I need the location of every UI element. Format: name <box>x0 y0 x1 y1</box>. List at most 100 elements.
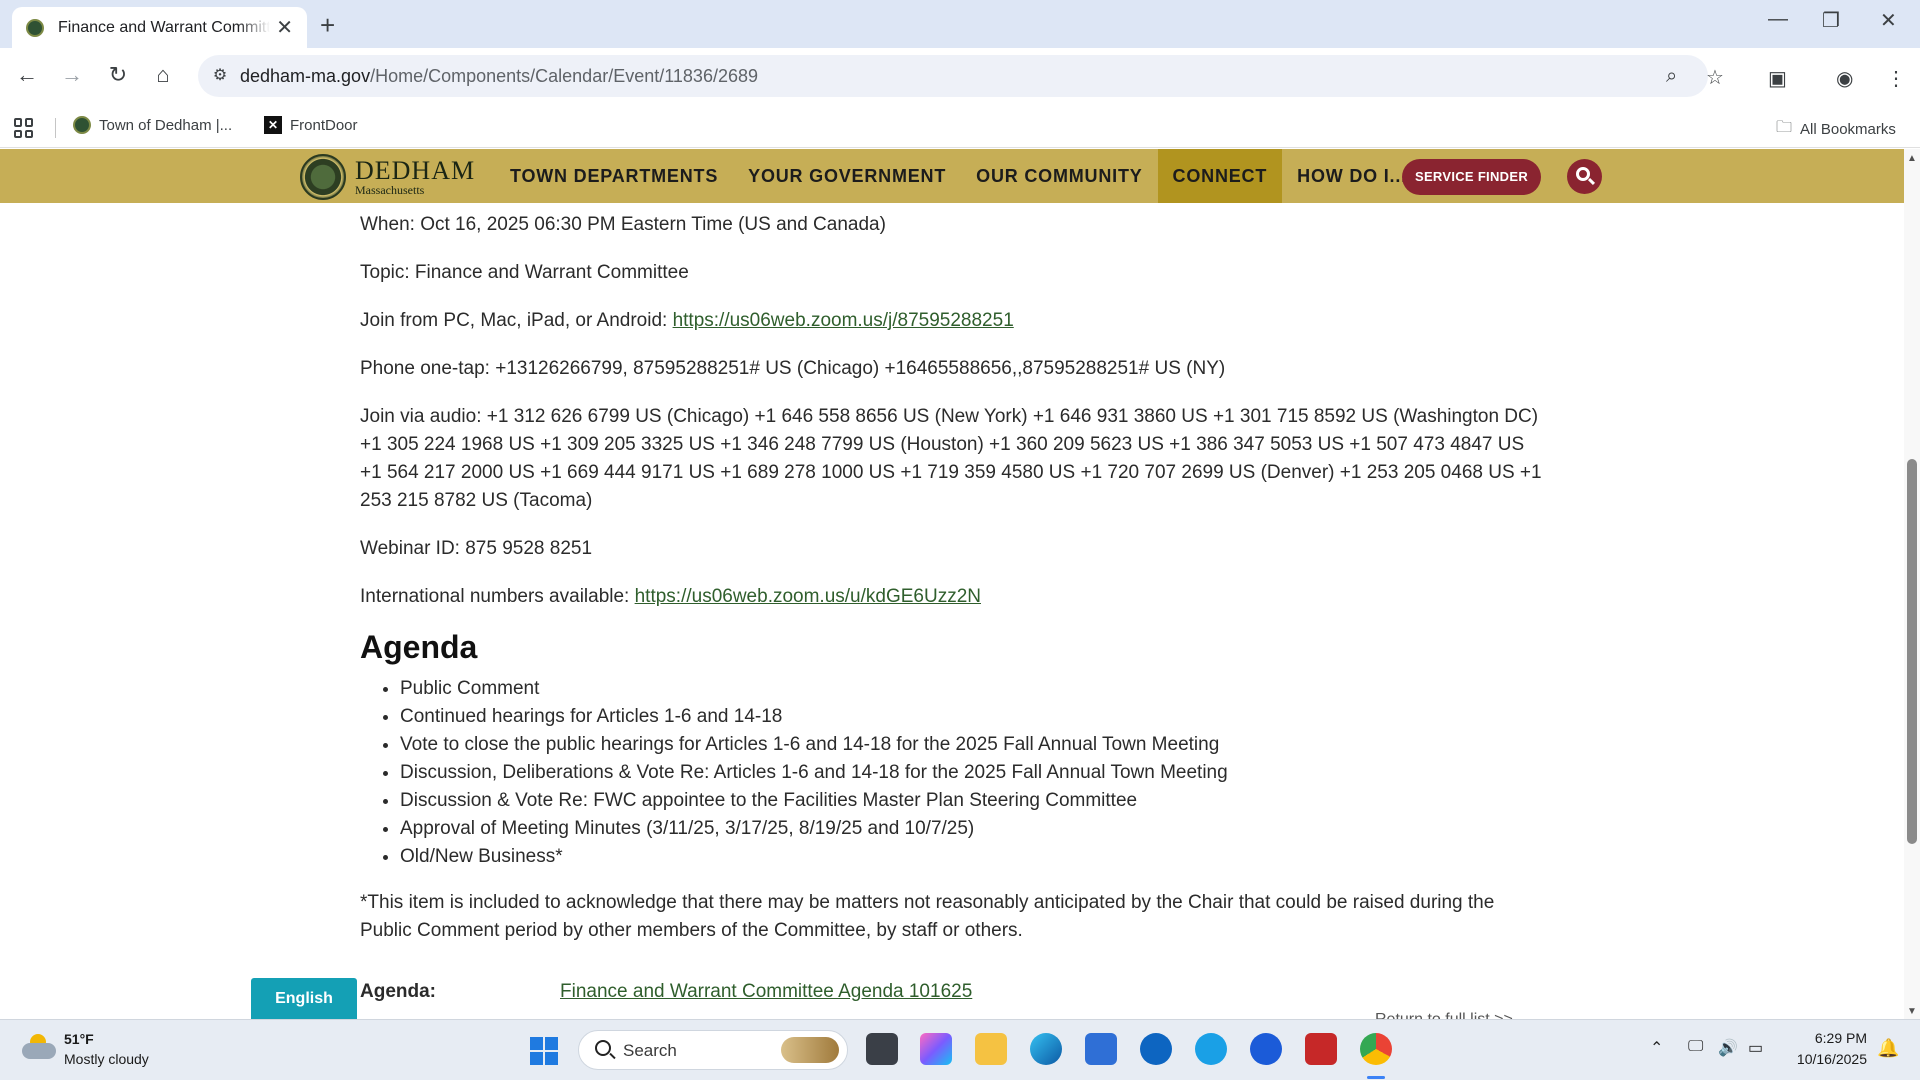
return-to-list-link[interactable]: Return to full list >> <box>1375 1011 1513 1019</box>
help-icon[interactable] <box>1195 1033 1227 1065</box>
home-icon[interactable]: ⌂ <box>148 62 178 88</box>
intl-numbers-link[interactable]: https://us06web.zoom.us/u/kdGE6Uzz2N <box>635 586 981 607</box>
scroll-down-icon[interactable]: ▼ <box>1907 1006 1917 1017</box>
list-item: Discussion & Vote Re: FWC appointee to t… <box>400 787 1550 815</box>
restore-icon[interactable]: ❐ <box>1822 8 1840 33</box>
site-info-icon[interactable]: ⚙ <box>208 64 232 88</box>
bookmark-frontdoor[interactable]: ✕ FrontDoor <box>264 116 358 134</box>
site-logo[interactable]: DEDHAM Massachusetts <box>300 154 475 200</box>
file-explorer-icon[interactable] <box>975 1033 1007 1065</box>
zoom-icon[interactable]: ⌕ <box>1666 65 1677 88</box>
reload-icon[interactable]: ↻ <box>103 62 133 88</box>
site-search-button[interactable] <box>1567 159 1602 194</box>
language-button[interactable]: English <box>251 978 357 1019</box>
list-item: Discussion, Deliberations & Vote Re: Art… <box>400 759 1550 787</box>
weather-temperature[interactable]: 51°F <box>64 1031 94 1047</box>
nav-your-government[interactable]: YOUR GOVERNMENT <box>733 149 961 203</box>
tab-close-icon[interactable]: ✕ <box>276 15 293 40</box>
browser-toolbar: ← → ↻ ⌂ ⚙ dedham-ma.gov/Home/Components/… <box>0 48 1920 106</box>
windows-taskbar: 51°F Mostly cloudy Search ⌃ 🖵 🔊 ▭ 6:29 P… <box>0 1019 1920 1080</box>
profile-icon[interactable]: ◉ <box>1836 66 1853 91</box>
address-bar[interactable]: ⚙ dedham-ma.gov/Home/Components/Calendar… <box>198 55 1724 97</box>
logo-subtitle: Massachusetts <box>355 183 425 197</box>
agenda-heading: Agenda <box>360 629 478 665</box>
battery-icon[interactable]: ▭ <box>1748 1038 1763 1058</box>
agenda-list: Public Comment Continued hearings for Ar… <box>360 675 1550 871</box>
active-app-indicator <box>1367 1076 1385 1079</box>
site-favicon-icon <box>26 18 44 37</box>
scroll-up-icon[interactable]: ▲ <box>1907 153 1917 164</box>
tab-title: Finance and Warrant Committee <box>58 18 270 36</box>
page-scrollbar[interactable]: ▲ ▼ <box>1904 149 1920 1019</box>
list-item: Continued hearings for Articles 1-6 and … <box>400 703 1550 731</box>
join-audio: Join via audio: +1 312 626 6799 US (Chic… <box>360 406 1542 511</box>
site-header: DEDHAM Massachusetts TOWN DEPARTMENTS YO… <box>0 149 1904 203</box>
browser-tab[interactable]: Finance and Warrant Committee ✕ <box>12 7 307 48</box>
bookmarks-bar: Town of Dedham |... ✕ FrontDoor 🗀 All Bo… <box>0 106 1920 148</box>
task-view-icon[interactable] <box>866 1033 898 1065</box>
taskbar-search-placeholder: Search <box>623 1041 677 1060</box>
agenda-label: Agenda: <box>360 981 436 1002</box>
event-content: When: Oct 16, 2025 06:30 PM Eastern Time… <box>360 203 1550 1019</box>
scrollbar-thumb[interactable] <box>1907 459 1917 844</box>
zoom-join-link[interactable]: https://us06web.zoom.us/j/87595288251 <box>673 310 1014 331</box>
hp-icon[interactable] <box>1140 1033 1172 1065</box>
event-when: When: Oct 16, 2025 06:30 PM Eastern Time… <box>360 214 886 235</box>
menu-icon[interactable]: ⋮ <box>1886 66 1906 91</box>
bookmark-star-icon[interactable]: ☆ <box>1706 65 1724 90</box>
frontdoor-favicon-icon: ✕ <box>264 116 282 134</box>
search-highlight-image <box>781 1037 839 1063</box>
nav-how-do-i[interactable]: HOW DO I... <box>1282 149 1422 203</box>
nav-connect[interactable]: CONNECT <box>1157 149 1283 203</box>
footnote: *This item is included to acknowledge th… <box>360 892 1495 941</box>
list-item: Approval of Meeting Minutes (3/11/25, 3/… <box>400 815 1550 843</box>
join-pc-line: Join from PC, Mac, iPad, or Android: htt… <box>360 310 1014 331</box>
webinar-id: Webinar ID: 875 9528 8251 <box>360 538 593 559</box>
intl-numbers-line: International numbers available: https:/… <box>360 586 981 607</box>
nav-town-departments[interactable]: TOWN DEPARTMENTS <box>495 149 733 203</box>
town-seal-icon <box>300 154 346 200</box>
clock-date[interactable]: 10/16/2025 <box>1787 1051 1867 1067</box>
taskbar-search[interactable]: Search <box>578 1030 848 1070</box>
list-item: Public Comment <box>400 675 1550 703</box>
weather-description[interactable]: Mostly cloudy <box>64 1051 149 1067</box>
greenshot-icon[interactable] <box>1305 1033 1337 1065</box>
agenda-document-link[interactable]: Finance and Warrant Committee Agenda 101… <box>560 981 972 1003</box>
copilot-icon[interactable] <box>920 1033 952 1065</box>
apps-grid-icon[interactable] <box>14 118 34 138</box>
all-bookmarks[interactable]: 🗀 All Bookmarks <box>1776 116 1896 143</box>
tray-overflow-icon[interactable]: ⌃ <box>1650 1038 1663 1058</box>
minimize-icon[interactable]: — <box>1768 8 1788 31</box>
bookmark-label: Town of Dedham |... <box>99 116 233 134</box>
forward-icon[interactable]: → <box>57 62 87 88</box>
back-icon[interactable]: ← <box>12 62 42 88</box>
chrome-icon[interactable] <box>1360 1033 1392 1065</box>
volume-icon[interactable]: 🔊 <box>1718 1038 1738 1058</box>
new-tab-icon[interactable]: + <box>320 10 335 41</box>
tab-strip: Finance and Warrant Committee ✕ + — ❐ ✕ <box>0 0 1920 48</box>
edge-icon[interactable] <box>1030 1033 1062 1065</box>
event-topic: Topic: Finance and Warrant Committee <box>360 262 689 283</box>
windows-start-icon[interactable] <box>530 1037 558 1065</box>
list-item: Old/New Business* <box>400 843 1550 871</box>
nav-our-community[interactable]: OUR COMMUNITY <box>961 149 1157 203</box>
network-icon[interactable]: 🖵 <box>1688 1038 1703 1056</box>
notification-bell-icon[interactable]: 🔔 <box>1877 1038 1899 1059</box>
zoom-icon[interactable] <box>1250 1033 1282 1065</box>
list-item: Vote to close the public hearings for Ar… <box>400 731 1550 759</box>
all-bookmarks-label: All Bookmarks <box>1800 121 1896 138</box>
clock-time[interactable]: 6:29 PM <box>1797 1030 1867 1046</box>
folder-icon: 🗀 <box>1776 119 1793 136</box>
service-finder-button[interactable]: SERVICE FINDER <box>1402 159 1541 195</box>
window-close-icon[interactable]: ✕ <box>1880 8 1897 33</box>
weather-cloud-icon[interactable] <box>22 1034 56 1060</box>
phone-onetap: Phone one-tap: +13126266799, 87595288251… <box>360 358 1226 379</box>
bookmarks-divider <box>55 118 56 138</box>
bookmark-town-of-dedham[interactable]: Town of Dedham |... <box>73 116 232 134</box>
bookmark-label: FrontDoor <box>290 116 358 134</box>
logo-name: DEDHAM <box>355 156 476 185</box>
search-icon <box>595 1040 611 1056</box>
main-nav: TOWN DEPARTMENTS YOUR GOVERNMENT OUR COM… <box>495 149 1422 203</box>
tab-search-icon[interactable]: ▣ <box>1768 66 1787 91</box>
microsoft-store-icon[interactable] <box>1085 1033 1117 1065</box>
